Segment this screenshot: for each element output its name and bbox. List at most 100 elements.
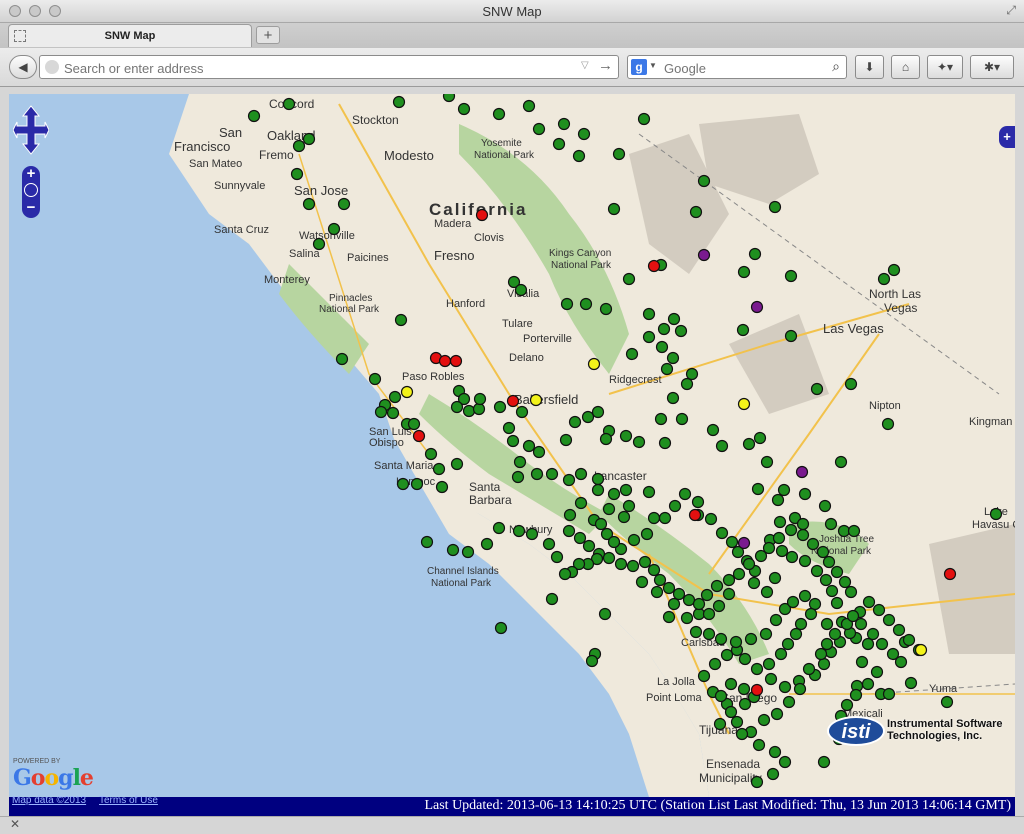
back-button[interactable]: ◀ xyxy=(9,55,37,79)
station-marker-green[interactable] xyxy=(782,695,796,709)
terms-of-use-link[interactable]: Terms of Use xyxy=(99,795,158,806)
station-marker-yellow[interactable] xyxy=(400,385,414,399)
station-marker-green[interactable] xyxy=(511,470,525,484)
station-marker-green[interactable] xyxy=(552,137,566,151)
station-marker-green[interactable] xyxy=(667,597,681,611)
station-marker-green[interactable] xyxy=(724,677,738,691)
station-marker-green[interactable] xyxy=(870,665,884,679)
station-marker-green[interactable] xyxy=(784,269,798,283)
station-marker-green[interactable] xyxy=(882,687,896,701)
station-marker-red[interactable] xyxy=(475,208,489,222)
station-marker-green[interactable] xyxy=(607,535,621,549)
station-marker-green[interactable] xyxy=(722,573,736,587)
station-marker-green[interactable] xyxy=(557,117,571,131)
station-marker-green[interactable] xyxy=(855,655,869,669)
station-marker-green[interactable] xyxy=(737,682,751,696)
station-marker-green[interactable] xyxy=(532,122,546,136)
station-marker-green[interactable] xyxy=(704,512,718,526)
station-marker-green[interactable] xyxy=(819,573,833,587)
station-marker-green[interactable] xyxy=(558,567,572,581)
station-marker-green[interactable] xyxy=(542,537,556,551)
station-marker-green[interactable] xyxy=(653,573,667,587)
station-marker-green[interactable] xyxy=(410,477,424,491)
station-marker-green[interactable] xyxy=(881,417,895,431)
station-marker-green[interactable] xyxy=(810,564,824,578)
address-bar[interactable]: ▽ → xyxy=(39,55,619,79)
station-marker-green[interactable] xyxy=(622,499,636,513)
station-marker-green[interactable] xyxy=(545,592,559,606)
station-marker-green[interactable] xyxy=(574,467,588,481)
station-marker-green[interactable] xyxy=(530,467,544,481)
station-marker-red[interactable] xyxy=(438,354,452,368)
station-marker-green[interactable] xyxy=(814,647,828,661)
station-marker-green[interactable] xyxy=(662,610,676,624)
station-marker-green[interactable] xyxy=(866,627,880,641)
station-marker-green[interactable] xyxy=(722,587,736,601)
station-marker-green[interactable] xyxy=(654,412,668,426)
station-marker-green[interactable] xyxy=(752,738,766,752)
station-marker-green[interactable] xyxy=(786,595,800,609)
station-marker-green[interactable] xyxy=(817,657,831,671)
station-marker-green[interactable] xyxy=(302,132,316,146)
station-marker-green[interactable] xyxy=(738,652,752,666)
station-marker-green[interactable] xyxy=(751,482,765,496)
station-marker-green[interactable] xyxy=(789,627,803,641)
station-marker-green[interactable] xyxy=(882,613,896,627)
station-marker-green[interactable] xyxy=(778,680,792,694)
station-marker-green[interactable] xyxy=(778,755,792,769)
station-marker-green[interactable] xyxy=(768,745,782,759)
station-marker-green[interactable] xyxy=(802,662,816,676)
station-marker-green[interactable] xyxy=(480,537,494,551)
station-marker-green[interactable] xyxy=(742,437,756,451)
station-marker-green[interactable] xyxy=(392,95,406,109)
station-marker-purple[interactable] xyxy=(750,300,764,314)
station-marker-green[interactable] xyxy=(724,705,738,719)
station-marker-yellow[interactable] xyxy=(529,393,543,407)
station-marker-green[interactable] xyxy=(781,637,795,651)
station-marker-green[interactable] xyxy=(581,410,595,424)
station-marker-green[interactable] xyxy=(772,531,786,545)
station-marker-green[interactable] xyxy=(784,329,798,343)
station-marker-green[interactable] xyxy=(591,472,605,486)
station-marker-green[interactable] xyxy=(825,584,839,598)
station-marker-green[interactable] xyxy=(450,457,464,471)
station-marker-green[interactable] xyxy=(762,657,776,671)
station-marker-green[interactable] xyxy=(247,109,261,123)
station-marker-green[interactable] xyxy=(689,205,703,219)
station-marker-green[interactable] xyxy=(806,537,820,551)
home-button[interactable]: ⌂ xyxy=(891,55,920,79)
station-marker-green[interactable] xyxy=(710,579,724,593)
station-marker-green[interactable] xyxy=(689,625,703,639)
station-marker-green[interactable] xyxy=(545,467,559,481)
station-marker-green[interactable] xyxy=(794,617,808,631)
station-marker-red[interactable] xyxy=(688,508,702,522)
station-marker-green[interactable] xyxy=(599,432,613,446)
station-marker-green[interactable] xyxy=(675,412,689,426)
station-marker-green[interactable] xyxy=(667,312,681,326)
station-marker-green[interactable] xyxy=(837,524,851,538)
station-marker-green[interactable] xyxy=(632,435,646,449)
station-marker-green[interactable] xyxy=(762,541,776,555)
station-marker-green[interactable] xyxy=(637,112,651,126)
station-marker-green[interactable] xyxy=(798,554,812,568)
station-marker-yellow[interactable] xyxy=(587,357,601,371)
station-marker-green[interactable] xyxy=(560,297,574,311)
station-marker-green[interactable] xyxy=(796,517,810,531)
station-marker-green[interactable] xyxy=(892,623,906,637)
map-view[interactable]: ConcordStocktonSanOaklandFranciscoModest… xyxy=(9,94,1015,797)
station-marker-green[interactable] xyxy=(798,589,812,603)
station-marker-green[interactable] xyxy=(766,767,780,781)
station-marker-green[interactable] xyxy=(725,535,739,549)
station-marker-green[interactable] xyxy=(736,323,750,337)
station-marker-green[interactable] xyxy=(461,545,475,559)
station-marker-green[interactable] xyxy=(691,495,705,509)
station-marker-green[interactable] xyxy=(514,283,528,297)
station-marker-green[interactable] xyxy=(435,480,449,494)
station-marker-green[interactable] xyxy=(568,415,582,429)
station-marker-green[interactable] xyxy=(550,550,564,564)
station-marker-green[interactable] xyxy=(642,330,656,344)
station-marker-green[interactable] xyxy=(702,607,716,621)
station-marker-green[interactable] xyxy=(697,669,711,683)
station-marker-green[interactable] xyxy=(563,508,577,522)
station-marker-green[interactable] xyxy=(602,502,616,516)
